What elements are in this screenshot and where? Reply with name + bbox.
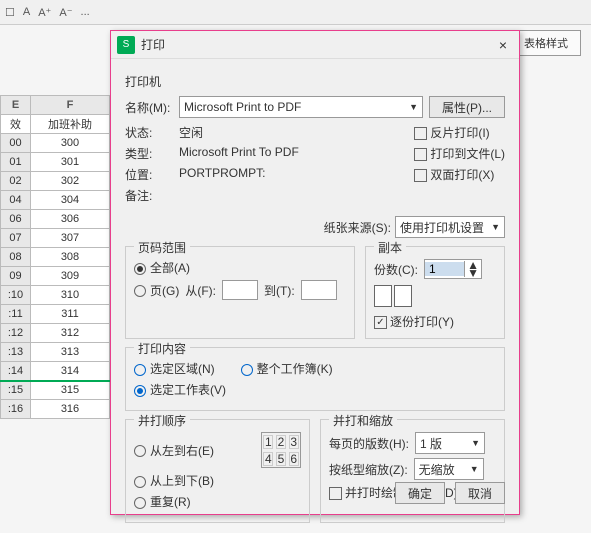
where-label: 位置: bbox=[125, 166, 173, 183]
name-label: 名称(M): bbox=[125, 99, 173, 116]
paper-label: 纸张来源(S): bbox=[324, 219, 391, 236]
order-preview-icon: 123 456 bbox=[261, 432, 301, 468]
order-title: 并打顺序 bbox=[134, 412, 190, 429]
range-title: 页码范围 bbox=[134, 239, 190, 256]
col-header-f[interactable]: F bbox=[31, 96, 110, 115]
close-icon[interactable]: × bbox=[493, 35, 513, 55]
range-pages-radio[interactable]: 页(G) bbox=[134, 282, 179, 299]
row-head[interactable]: 06 bbox=[1, 210, 31, 229]
type-value: Microsoft Print To PDF bbox=[179, 145, 408, 162]
range-all-radio[interactable]: 全部(A) bbox=[134, 259, 190, 276]
type-label: 类型: bbox=[125, 145, 173, 162]
row-head[interactable]: 07 bbox=[1, 229, 31, 248]
where-value: PORTPROMPT: bbox=[179, 166, 408, 183]
print-dialog: S 打印 × 打印机 名称(M): Microsoft Print to PDF… bbox=[110, 30, 520, 515]
row-head[interactable]: :11 bbox=[1, 305, 31, 324]
content-title: 打印内容 bbox=[134, 340, 190, 357]
cell[interactable]: 308 bbox=[31, 248, 110, 267]
to-label: 到(T): bbox=[264, 282, 295, 299]
tofile-checkbox[interactable]: 打印到文件(L) bbox=[414, 145, 505, 162]
app-logo-icon: S bbox=[117, 36, 135, 54]
comment-label: 备注: bbox=[125, 187, 173, 204]
from-label: 从(F): bbox=[185, 282, 216, 299]
collate-icon bbox=[374, 285, 496, 307]
cell[interactable]: 315 bbox=[31, 381, 110, 400]
copies-title: 副本 bbox=[374, 239, 406, 256]
row-head[interactable]: 01 bbox=[1, 153, 31, 172]
row-head[interactable]: 02 bbox=[1, 172, 31, 191]
pages-per-sheet-label: 每页的版数(H): bbox=[329, 435, 409, 452]
cell[interactable]: 311 bbox=[31, 305, 110, 324]
spreadsheet: EF 效加班补助 00300 01301 02302 04304 06306 0… bbox=[0, 95, 110, 419]
cell[interactable]: 313 bbox=[31, 343, 110, 362]
content-group: 打印内容 选定区域(N) 整个工作簿(K) 选定工作表(V) bbox=[125, 347, 505, 411]
row-head[interactable]: :13 bbox=[1, 343, 31, 362]
status-value: 空闲 bbox=[179, 124, 408, 141]
ok-button[interactable]: 确定 bbox=[395, 482, 445, 504]
col-header-e[interactable]: E bbox=[1, 96, 31, 115]
cell[interactable]: 314 bbox=[31, 362, 110, 381]
cell[interactable]: 310 bbox=[31, 286, 110, 305]
from-input[interactable] bbox=[222, 280, 258, 300]
cell[interactable]: 300 bbox=[31, 134, 110, 153]
order-lr-radio: 从左到右(E) bbox=[134, 442, 214, 459]
pages-per-sheet-select[interactable]: 1 版▼ bbox=[415, 432, 485, 454]
row-head[interactable]: :14 bbox=[1, 362, 31, 381]
scale-title: 并打和缩放 bbox=[329, 412, 397, 429]
printer-section: 打印机 bbox=[125, 73, 505, 90]
collate-checkbox[interactable]: 逐份打印(Y) bbox=[374, 315, 454, 329]
range-group: 页码范围 全部(A) 页(G) 从(F): 到(T): bbox=[125, 246, 355, 339]
header-col1: 效 bbox=[1, 115, 31, 134]
header-col2: 加班补助 bbox=[31, 115, 110, 134]
row-head[interactable]: :12 bbox=[1, 324, 31, 343]
workbook-radio[interactable]: 整个工作簿(K) bbox=[241, 360, 333, 377]
to-input[interactable] bbox=[301, 280, 337, 300]
cell[interactable]: 307 bbox=[31, 229, 110, 248]
copies-group: 副本 份数(C): 1▲▼ 逐份打印(Y) bbox=[365, 246, 505, 339]
cell[interactable]: 309 bbox=[31, 267, 110, 286]
row-head[interactable]: 04 bbox=[1, 191, 31, 210]
row-head[interactable]: 09 bbox=[1, 267, 31, 286]
app-toolbar: ☐AA⁺A⁻... bbox=[0, 0, 591, 25]
cell[interactable]: 304 bbox=[31, 191, 110, 210]
titlebar: S 打印 × bbox=[111, 31, 519, 59]
row-head[interactable]: 00 bbox=[1, 134, 31, 153]
dialog-title: 打印 bbox=[141, 36, 165, 53]
cell[interactable]: 316 bbox=[31, 400, 110, 419]
cell[interactable]: 306 bbox=[31, 210, 110, 229]
row-head[interactable]: :10 bbox=[1, 286, 31, 305]
row-head[interactable]: :16 bbox=[1, 400, 31, 419]
row-head[interactable]: :15 bbox=[1, 381, 31, 400]
duplex-checkbox[interactable]: 双面打印(X) bbox=[414, 166, 505, 183]
copies-label: 份数(C): bbox=[374, 261, 418, 278]
cell[interactable]: 302 bbox=[31, 172, 110, 191]
paper-select[interactable]: 使用打印机设置▼ bbox=[395, 216, 505, 238]
cell[interactable]: 312 bbox=[31, 324, 110, 343]
status-label: 状态: bbox=[125, 124, 173, 141]
reverse-checkbox[interactable]: 反片打印(I) bbox=[414, 124, 505, 141]
row-head[interactable]: 08 bbox=[1, 248, 31, 267]
chevron-down-icon: ▼ bbox=[409, 102, 418, 112]
cell[interactable]: 301 bbox=[31, 153, 110, 172]
cancel-button[interactable]: 取消 bbox=[455, 482, 505, 504]
chevron-down-icon: ▼ bbox=[491, 222, 500, 232]
copies-spinner[interactable]: 1▲▼ bbox=[424, 259, 482, 279]
properties-button[interactable]: 属性(P)... bbox=[429, 96, 505, 118]
sheet-radio[interactable]: 选定工作表(V) bbox=[134, 381, 226, 398]
ribbon-button[interactable]: 表格样式 bbox=[511, 30, 581, 56]
printer-select[interactable]: Microsoft Print to PDF▼ bbox=[179, 96, 423, 118]
selection-radio[interactable]: 选定区域(N) bbox=[134, 360, 215, 377]
